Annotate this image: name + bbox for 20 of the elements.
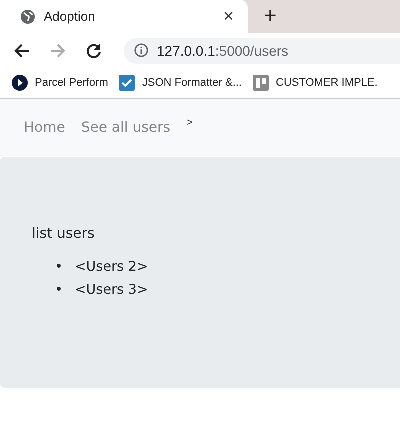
- checkbox-icon: [119, 75, 136, 91]
- url-text: 127.0.0.1:5000/users: [157, 42, 289, 58]
- globe-icon: [20, 8, 36, 24]
- bookmark[interactable]: CUSTOMER IMPLE.: [253, 75, 378, 91]
- bookmark[interactable]: JSON Formatter &...: [119, 75, 242, 91]
- nav-toggle[interactable]: >: [186, 117, 193, 129]
- address-bar[interactable]: 127.0.0.1:5000/users: [124, 38, 400, 64]
- browser-tab[interactable]: Adoption ×: [0, 0, 248, 33]
- info-icon: [134, 43, 149, 58]
- page-heading: list users: [32, 226, 96, 242]
- close-tab-button[interactable]: ×: [219, 6, 238, 27]
- new-tab-button[interactable]: +: [260, 3, 281, 29]
- list-item: <Users 2>: [74, 258, 148, 277]
- play-circle-icon: [12, 75, 28, 91]
- bullet: •: [55, 258, 63, 277]
- bullet: •: [55, 281, 63, 300]
- board-icon: [253, 75, 269, 91]
- tab-title: Adoption: [44, 9, 96, 24]
- list-item: <Users 3>: [74, 281, 148, 300]
- bookmark[interactable]: Parcel Perform: [12, 75, 108, 91]
